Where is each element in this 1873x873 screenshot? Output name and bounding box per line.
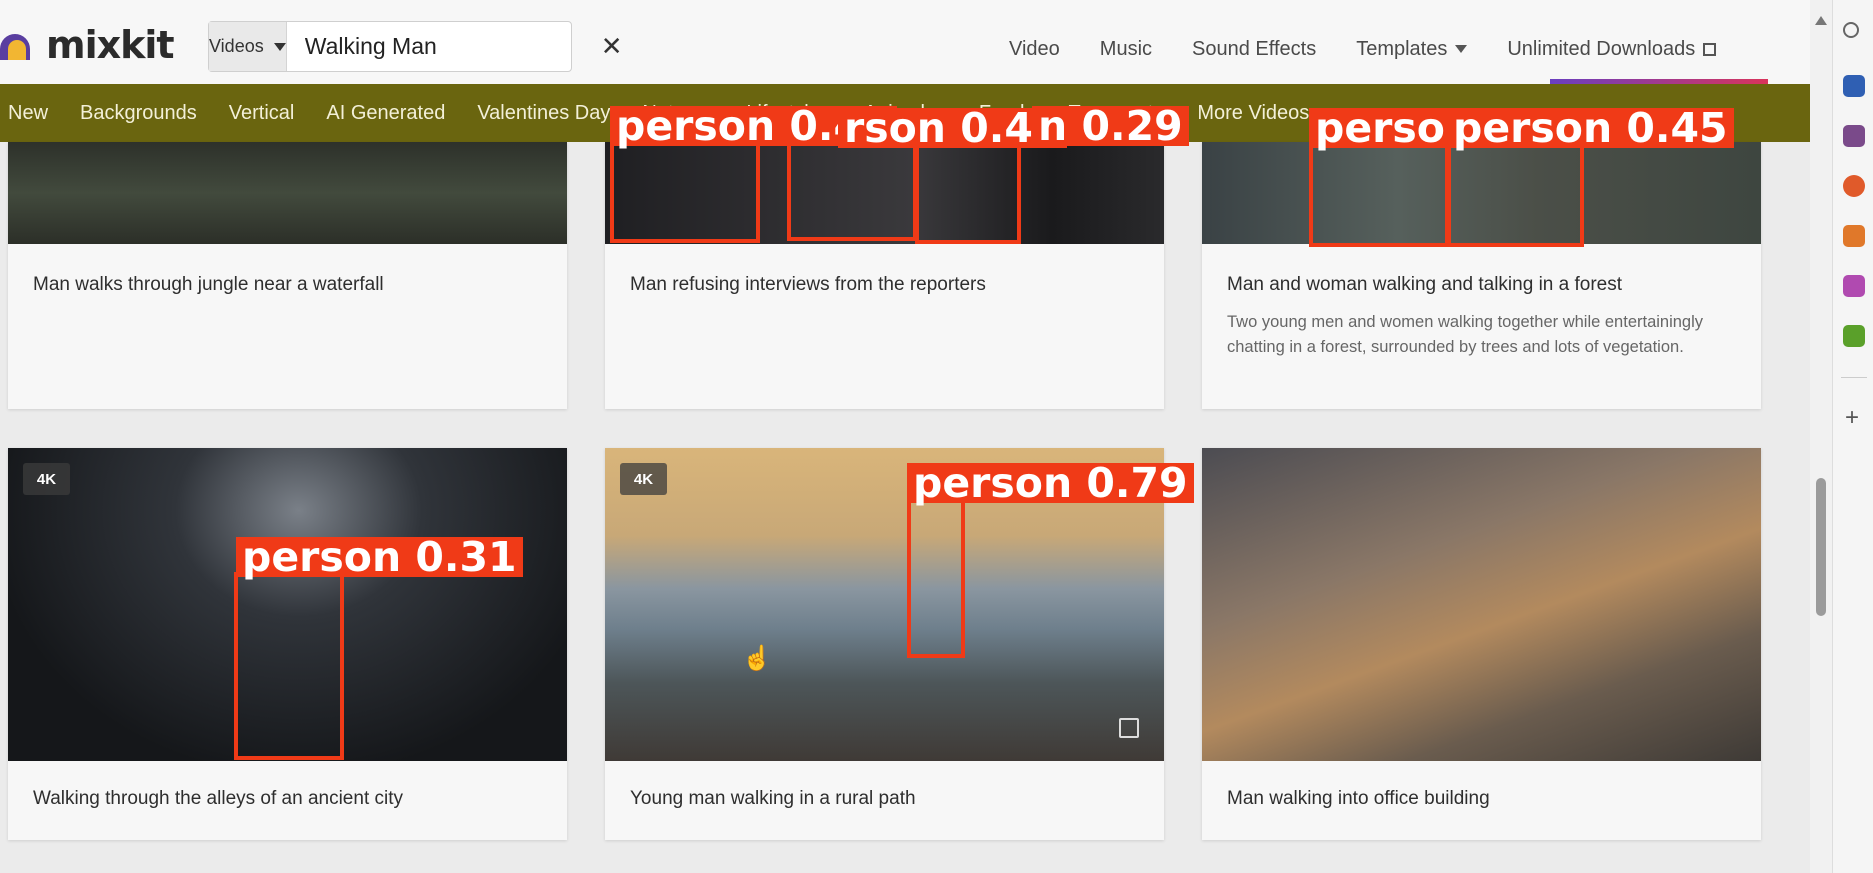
nav-templates[interactable]: Templates [1356, 37, 1468, 61]
search-type-label: Videos [209, 36, 264, 56]
detection-label: n 0.29 [1032, 106, 1189, 147]
category-more-videos[interactable]: More Videos› [1197, 102, 1321, 125]
close-icon[interactable]: ✕ [601, 31, 623, 62]
nav-sound-effects[interactable]: Sound Effects [1192, 38, 1316, 61]
chevron-down-icon [273, 42, 286, 51]
search-type-dropdown[interactable]: Videos [209, 22, 287, 71]
detection-box [1447, 140, 1584, 247]
nav-unlimited-label: Unlimited Downloads [1507, 37, 1696, 60]
outlook-icon[interactable] [1843, 225, 1865, 247]
video-thumbnail[interactable] [8, 142, 567, 244]
category-ai-generated[interactable]: AI Generated [326, 102, 445, 125]
detection-box [787, 140, 917, 241]
card-title[interactable]: Walking through the alleys of an ancient… [33, 788, 403, 810]
games-icon[interactable] [1843, 275, 1865, 297]
briefcase-icon[interactable] [1843, 75, 1865, 97]
scrollbar[interactable] [1810, 0, 1832, 873]
card-title[interactable]: Man walking into office building [1227, 788, 1490, 810]
logo-mark-icon [0, 30, 44, 60]
card-description: Two young men and women walking together… [1227, 313, 1704, 356]
hand-cursor-icon: ☝ [742, 645, 772, 672]
logo-text: mixkit [46, 23, 175, 67]
search-icon[interactable] [1843, 22, 1859, 38]
fullscreen-icon[interactable] [1119, 718, 1139, 738]
category-vertical[interactable]: Vertical [229, 102, 295, 125]
browser-side-panel: + [1832, 0, 1873, 873]
detection-box [1309, 140, 1449, 247]
office-icon[interactable] [1843, 175, 1865, 197]
top-nav: Video Music Sound Effects Templates Unli… [1009, 34, 1717, 64]
divider [1841, 377, 1867, 378]
search-bar: Videos ✕ [208, 21, 623, 72]
nav-music[interactable]: Music [1100, 38, 1152, 61]
video-card[interactable]: Man walking into office building [1202, 448, 1761, 840]
external-link-icon [1703, 42, 1717, 56]
detection-box [610, 140, 760, 243]
nav-unlimited-downloads[interactable]: Unlimited Downloads [1507, 37, 1717, 61]
scrollbar-thumb[interactable] [1816, 478, 1826, 616]
category-valentines-day[interactable]: Valentines Day [477, 102, 610, 125]
mixkit-logo[interactable]: mixkit [0, 22, 175, 68]
video-card[interactable]: Man walks through jungle near a waterfal… [8, 142, 567, 409]
detection-box [907, 497, 965, 658]
card-title[interactable]: Man walks through jungle near a waterfal… [33, 274, 384, 296]
detection-label: person 0.45 [1447, 108, 1734, 149]
search-input[interactable] [286, 33, 601, 60]
detection-label: person 0.79 [907, 463, 1194, 504]
resolution-badge: 4K [620, 463, 667, 495]
card-title[interactable]: Man refusing interviews from the reporte… [630, 274, 986, 296]
site-header: mixkit Videos ✕ Video Music Sound Effect… [0, 0, 1820, 84]
resolution-badge: 4K [23, 463, 70, 495]
nav-templates-label: Templates [1356, 37, 1448, 60]
detection-box [234, 572, 344, 760]
category-new[interactable]: New [8, 102, 48, 125]
card-title[interactable]: Man and woman walking and talking in a f… [1227, 274, 1622, 296]
category-backgrounds[interactable]: Backgrounds [80, 102, 197, 125]
scroll-up-arrow-icon[interactable] [1815, 16, 1827, 25]
people-icon[interactable] [1843, 125, 1865, 147]
nav-video[interactable]: Video [1009, 38, 1060, 61]
video-thumbnail[interactable] [1202, 448, 1761, 761]
card-title[interactable]: Young man walking in a rural path [630, 788, 916, 810]
chevron-down-icon [1455, 45, 1468, 54]
category-more-videos-label: More Videos [1197, 101, 1310, 124]
shopping-icon[interactable] [1843, 325, 1865, 347]
page: mixkit Videos ✕ Video Music Sound Effect… [0, 0, 1873, 873]
add-icon[interactable]: + [1845, 404, 1859, 432]
detection-label: person 0.31 [236, 537, 523, 578]
detection-box [915, 140, 1021, 244]
